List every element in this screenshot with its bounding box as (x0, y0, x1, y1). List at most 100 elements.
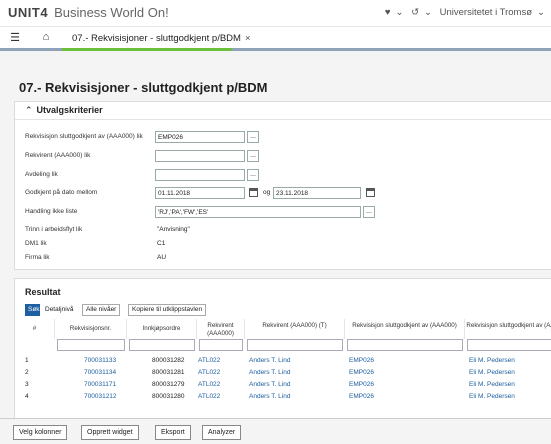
org-name[interactable]: Universitetet i Tromsø (440, 7, 532, 18)
collapse-icon[interactable]: ⌃ (25, 105, 33, 115)
field-label: Godkjent på dato mellom (25, 189, 98, 196)
results-title: Resultat (25, 287, 61, 297)
approver-name[interactable]: Eli M. Pedersen (469, 381, 515, 388)
filter-input[interactable] (467, 339, 551, 351)
copy-clipboard-button[interactable]: Kopiere til utklippstavlen (128, 304, 207, 316)
ellipsis-button[interactable]: ... (247, 150, 259, 162)
filter-input[interactable] (347, 339, 463, 351)
requester-name[interactable]: Anders T. Lind (249, 369, 290, 376)
tab-bar: ☰ ⌂ 07.- Rekvisisjoner - sluttgodkjent p… (0, 26, 551, 49)
col-header-requester-name[interactable]: Rekvirent (AAA000) (T) (245, 319, 345, 339)
calendar-icon[interactable] (249, 188, 258, 197)
requester-link[interactable]: ATL022 (198, 369, 220, 376)
approver-link[interactable]: EMP026 (349, 393, 374, 400)
home-icon[interactable]: ⌂ (37, 31, 55, 43)
heart-icon[interactable]: ♥ (385, 7, 391, 18)
tab-active[interactable]: 07.- Rekvisisjoner - sluttgodkjent p/BDM… (72, 33, 251, 44)
bottom-action-bar: Velg kolonner Opprett widget Eksport Ana… (0, 418, 551, 444)
field-label: Avdeling lik (25, 171, 58, 178)
po-number: 800031282 (152, 357, 185, 364)
row-number: 3 (25, 381, 29, 388)
top-right-menu: ♥ ⌄ ↺ ⌄ Universitetet i Tromsø ⌄ (380, 7, 545, 18)
col-header-po[interactable]: Innkjøpsordre (127, 319, 197, 339)
requester-input[interactable] (155, 150, 245, 162)
filter-input[interactable] (57, 339, 125, 351)
requester-link[interactable]: ATL022 (198, 357, 220, 364)
table-row[interactable]: 3 700031171 800031279 ATL022 Anders T. L… (15, 379, 551, 391)
logo-sub: Business World On! (54, 5, 169, 20)
requisition-link[interactable]: 700031133 (84, 357, 116, 364)
page-title: 07.- Rekvisisjoner - sluttgodkjent p/BDM (19, 80, 268, 95)
requisition-link[interactable]: 700031134 (84, 369, 116, 376)
close-icon[interactable]: × (245, 33, 251, 44)
po-number: 800031281 (152, 369, 185, 376)
ellipsis-button[interactable]: ... (247, 131, 259, 143)
analyzer-button[interactable]: Analyzer (202, 425, 242, 440)
approver-link[interactable]: EMP026 (349, 357, 374, 364)
detail-level-button[interactable]: Detaljnivå (42, 304, 77, 316)
col-header-approver[interactable]: Rekvisisjon sluttgodkjent av (AAA000) (345, 319, 465, 339)
dm1-value: C1 (157, 240, 166, 247)
requester-name[interactable]: Anders T. Lind (249, 357, 290, 364)
field-label: Rekvirent (AAA000) lik (25, 152, 91, 159)
field-label: Rekvisisjon sluttgodkjent av (AAA000) li… (25, 133, 143, 140)
department-input[interactable] (155, 169, 245, 181)
app-logo[interactable]: UNIT4 Business World On! (8, 5, 169, 20)
po-number: 800031279 (152, 381, 185, 388)
action-exclude-input[interactable]: 'RJ','PA','FW','ES' (155, 206, 361, 218)
results-panel: Resultat Søk Detaljnivå Alle nivåer Kopi… (14, 278, 551, 420)
all-levels-button[interactable]: Alle nivåer (82, 304, 121, 316)
table-row[interactable]: 4 700031212 800031280 ATL022 Anders T. L… (15, 391, 551, 403)
approver-name[interactable]: Eli M. Pedersen (469, 393, 515, 400)
tab-accent-bar (0, 48, 551, 51)
col-header-requester[interactable]: Rekvirent (AAA000) (197, 319, 245, 339)
company-value: AU (157, 254, 167, 261)
criteria-title: Utvalgskriterier (36, 105, 103, 115)
approver-link[interactable]: EMP026 (349, 381, 374, 388)
requester-link[interactable]: ATL022 (198, 393, 220, 400)
approver-name[interactable]: Eli M. Pedersen (469, 369, 515, 376)
field-label: Firma lik (25, 254, 50, 261)
calendar-icon[interactable] (366, 188, 375, 197)
row-number: 4 (25, 393, 29, 400)
date-from-input[interactable]: 01.11.2018 (155, 187, 245, 199)
active-tab-indicator (62, 48, 232, 51)
table-row[interactable]: 2 700031134 800031281 ATL022 Anders T. L… (15, 367, 551, 379)
col-header-approver-name[interactable]: Rekvisisjon sluttgodkjent av (AAA (465, 319, 551, 339)
requester-name[interactable]: Anders T. Lind (249, 393, 290, 400)
field-label: Trinn i arbeidsflyt lik (25, 226, 83, 233)
col-header-requisition[interactable]: Rekvisisjonsnr. (55, 319, 127, 339)
and-label: og (263, 189, 271, 196)
chevron-down-icon[interactable]: ⌄ (424, 7, 432, 18)
col-header-number[interactable]: # (15, 319, 55, 339)
date-to-input[interactable]: 23.11.2018 (273, 187, 361, 199)
criteria-panel: ⌃ Utvalgskriterier Rekvisisjon sluttgodkj… (14, 101, 551, 270)
filter-input[interactable] (199, 339, 243, 351)
ellipsis-button[interactable]: ... (363, 206, 375, 218)
history-icon[interactable]: ↺ (411, 7, 419, 18)
create-widget-button[interactable]: Opprett widget (81, 425, 139, 440)
approver-link[interactable]: EMP026 (349, 369, 374, 376)
export-button[interactable]: Eksport (155, 425, 191, 440)
ellipsis-button[interactable]: ... (247, 169, 259, 181)
requisition-link[interactable]: 700031171 (84, 381, 116, 388)
choose-columns-button[interactable]: Velg kolonner (13, 425, 68, 440)
chevron-down-icon[interactable]: ⌄ (537, 7, 545, 18)
workflow-value: "Anvisning" (157, 226, 190, 233)
menu-icon[interactable]: ☰ (6, 31, 24, 44)
requisition-link[interactable]: 700031212 (84, 393, 117, 400)
approver-name[interactable]: Eli M. Pedersen (469, 357, 515, 364)
filter-input[interactable] (129, 339, 195, 351)
chevron-down-icon[interactable]: ⌄ (395, 7, 403, 18)
approver-input[interactable]: EMP026 (155, 131, 245, 143)
search-button[interactable]: Søk (25, 304, 40, 316)
table-row[interactable]: 1 700031133 800031282 ATL022 Anders T. L… (15, 355, 551, 367)
requester-link[interactable]: ATL022 (198, 381, 220, 388)
requester-name[interactable]: Anders T. Lind (249, 381, 290, 388)
filter-input[interactable] (247, 339, 343, 351)
row-number: 2 (25, 369, 29, 376)
tab-label: 07.- Rekvisisjoner - sluttgodkjent p/BDM (72, 33, 241, 44)
field-label: Handling ikke liste (25, 208, 78, 215)
field-label: DM1 lik (25, 240, 47, 247)
criteria-header[interactable]: ⌃ Utvalgskriterier (15, 102, 551, 120)
